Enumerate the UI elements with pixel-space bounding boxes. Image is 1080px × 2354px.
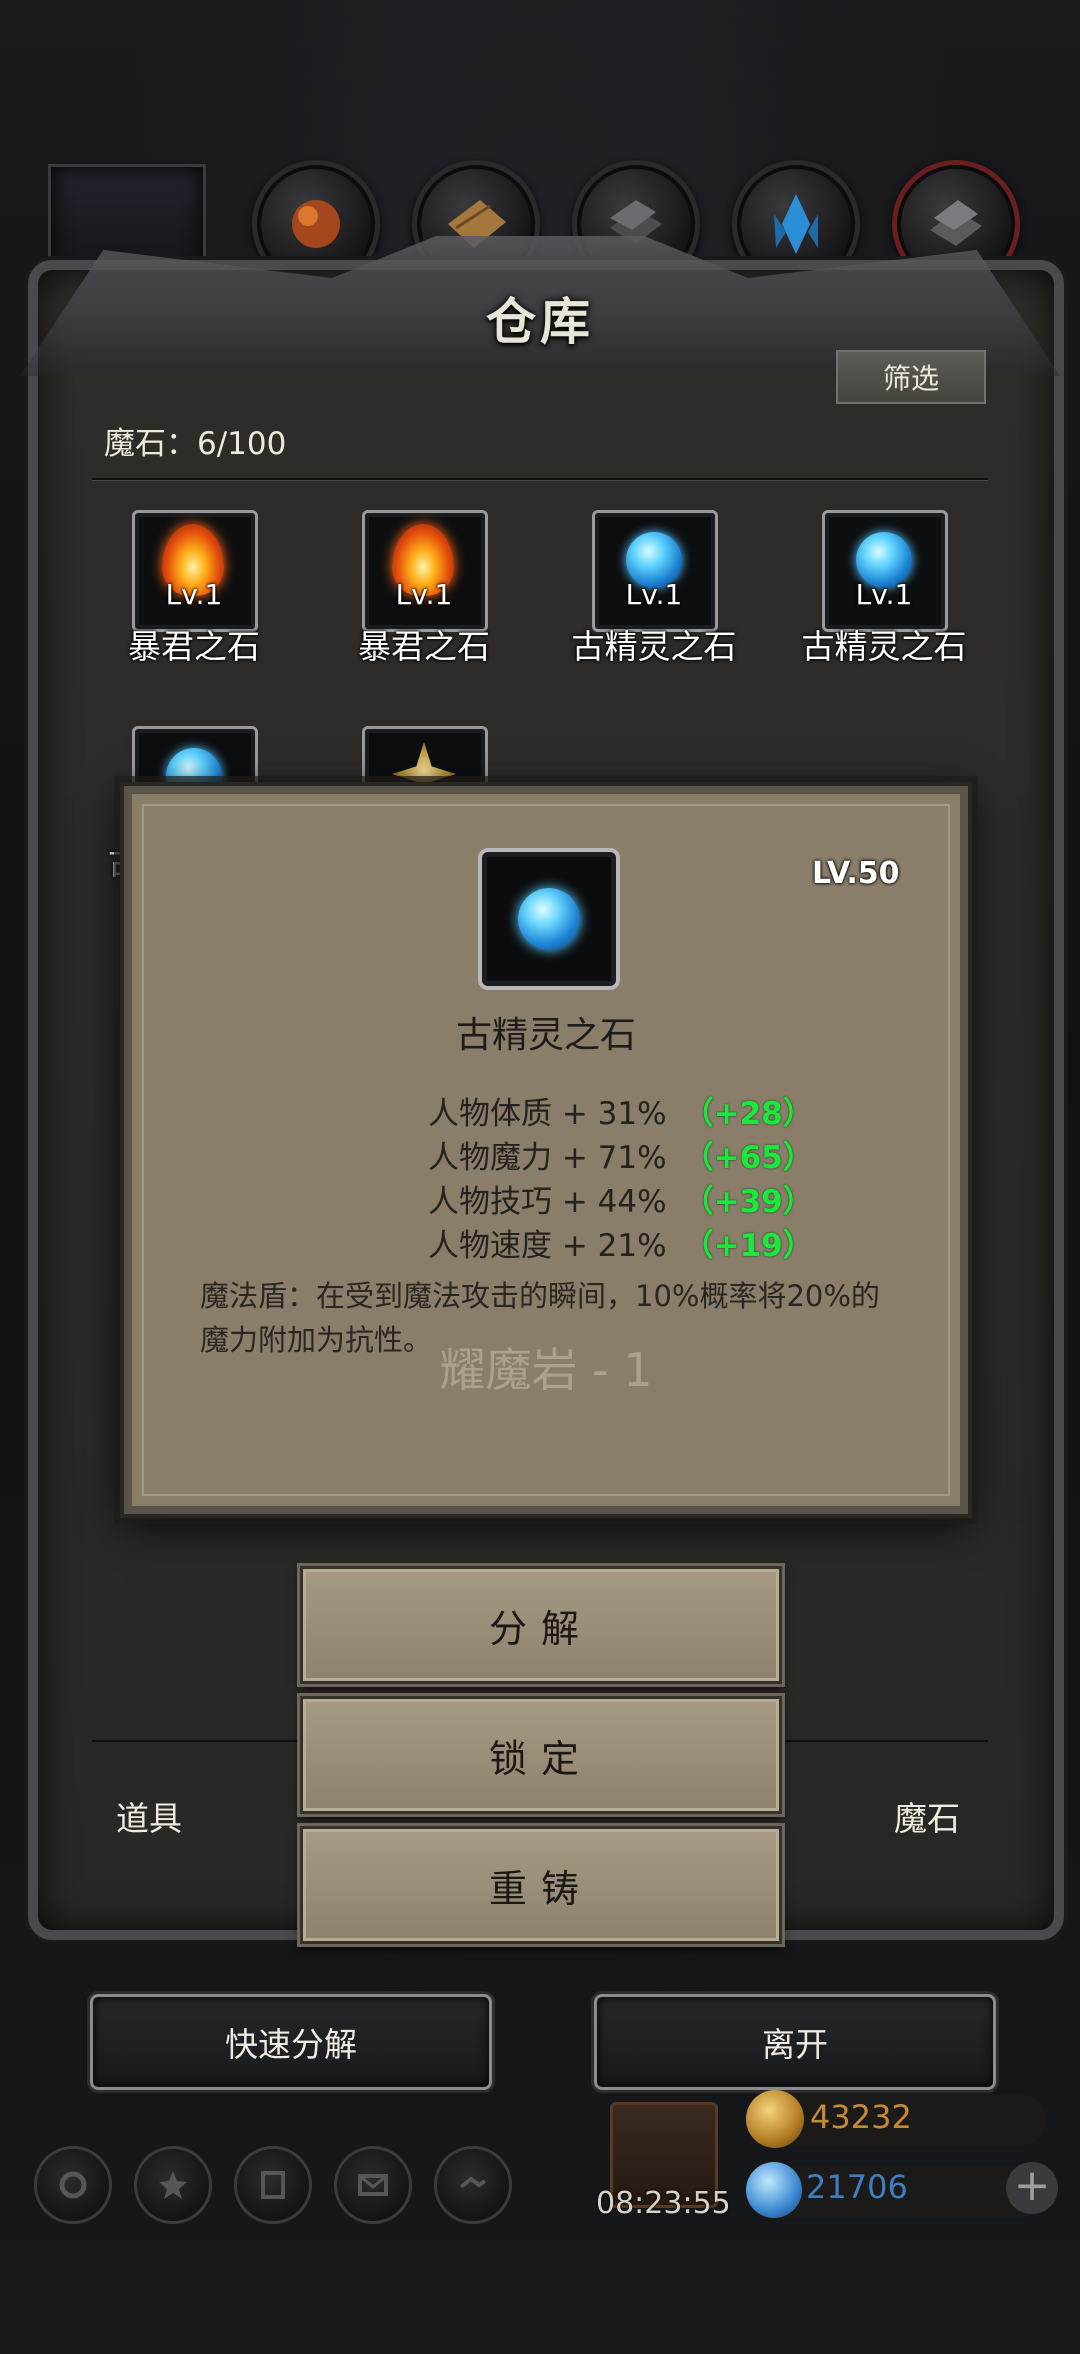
stat-text: 人物技巧 + 44% bbox=[428, 1184, 667, 1220]
stat-text: 人物魔力 + 71% bbox=[428, 1140, 667, 1176]
stat-text: 人物速度 + 21% bbox=[428, 1228, 667, 1264]
stat-row: 人物技巧 + 44% （+39） bbox=[428, 1176, 814, 1221]
leave-button[interactable]: 离开 bbox=[594, 1994, 996, 2090]
gear-icon bbox=[59, 2171, 87, 2199]
warehouse-title: 仓库 bbox=[486, 292, 594, 351]
item-level: LV.50 bbox=[812, 856, 900, 891]
inventory-slot[interactable]: Lv.1 bbox=[132, 510, 258, 632]
handshake-icon bbox=[459, 2176, 487, 2189]
inventory-slot[interactable]: Lv.1 bbox=[822, 510, 948, 632]
slot-name: 暴君之石 bbox=[358, 627, 490, 666]
hud-menu-button[interactable] bbox=[334, 2146, 412, 2224]
item-detail-popup: LV.50 古精灵之石 人物体质 + 31% （+28） 人物魔力 + 71% （+… bbox=[120, 782, 972, 1518]
mail-icon bbox=[358, 2174, 388, 2196]
hud-menu-button[interactable] bbox=[234, 2146, 312, 2224]
stat-bonus: （+65） bbox=[682, 1140, 814, 1176]
divider bbox=[92, 478, 988, 480]
quick-decompose-button[interactable]: 快速分解 bbox=[90, 1994, 492, 2090]
decompose-button[interactable]: 分解 bbox=[297, 1563, 785, 1687]
slot-level: Lv.1 bbox=[625, 578, 683, 611]
stat-text: 人物体质 + 31% bbox=[428, 1096, 667, 1132]
item-icon-frame bbox=[478, 848, 620, 990]
hud-settings-button[interactable] bbox=[34, 2146, 112, 2224]
event-timer: 08:23:55 bbox=[596, 2186, 731, 2221]
lock-button[interactable]: 锁定 bbox=[297, 1693, 785, 1817]
crystal-icon bbox=[774, 194, 818, 254]
stat-bonus: （+28） bbox=[682, 1096, 814, 1132]
blue-gem-icon bbox=[518, 888, 580, 950]
stone-slab-icon bbox=[930, 200, 982, 246]
slot-name: 古精灵之石 bbox=[801, 627, 967, 666]
slot-level: Lv.1 bbox=[395, 578, 453, 611]
character-icon bbox=[261, 2171, 285, 2199]
item-name: 古精灵之石 bbox=[455, 1015, 636, 1056]
stat-bonus: （+39） bbox=[682, 1184, 814, 1220]
inventory-slot[interactable]: Lv.1 bbox=[592, 510, 718, 632]
gold-coin-icon bbox=[746, 2090, 804, 2148]
star-icon bbox=[159, 2171, 187, 2199]
stat-row: 人物速度 + 21% （+19） bbox=[428, 1220, 814, 1265]
tab-items[interactable]: 道具 bbox=[116, 1792, 182, 1840]
slot-name: 古精灵之石 bbox=[571, 627, 737, 666]
stone-count-label: 魔石：6/100 bbox=[104, 426, 287, 462]
hud-menu-button[interactable] bbox=[134, 2146, 212, 2224]
stat-bonus: （+19） bbox=[682, 1228, 814, 1264]
slot-level: Lv.1 bbox=[855, 578, 913, 611]
recast-button[interactable]: 重铸 bbox=[297, 1823, 785, 1947]
gold-amount: 43232 bbox=[810, 2098, 912, 2136]
add-currency-button[interactable]: + bbox=[1006, 2162, 1058, 2214]
slot-level: Lv.1 bbox=[165, 578, 223, 611]
stat-row: 人物魔力 + 71% （+65） bbox=[428, 1132, 814, 1177]
gem-currency-icon bbox=[746, 2162, 802, 2218]
slot-name: 暴君之石 bbox=[128, 627, 260, 666]
tab-magic-stones[interactable]: 魔石 bbox=[894, 1792, 960, 1840]
hud-menu-button[interactable] bbox=[434, 2146, 512, 2224]
skill-description: 魔法盾：在受到魔法攻击的瞬间，10%概率将20%的魔力附加为抗性。 bbox=[200, 1279, 880, 1357]
gem-amount: 21706 bbox=[806, 2168, 908, 2206]
orb-icon bbox=[292, 200, 340, 248]
stat-row: 人物体质 + 31% （+28） bbox=[428, 1088, 814, 1133]
filter-button[interactable]: 筛选 bbox=[836, 350, 986, 404]
inventory-slot[interactable]: Lv.1 bbox=[362, 510, 488, 632]
